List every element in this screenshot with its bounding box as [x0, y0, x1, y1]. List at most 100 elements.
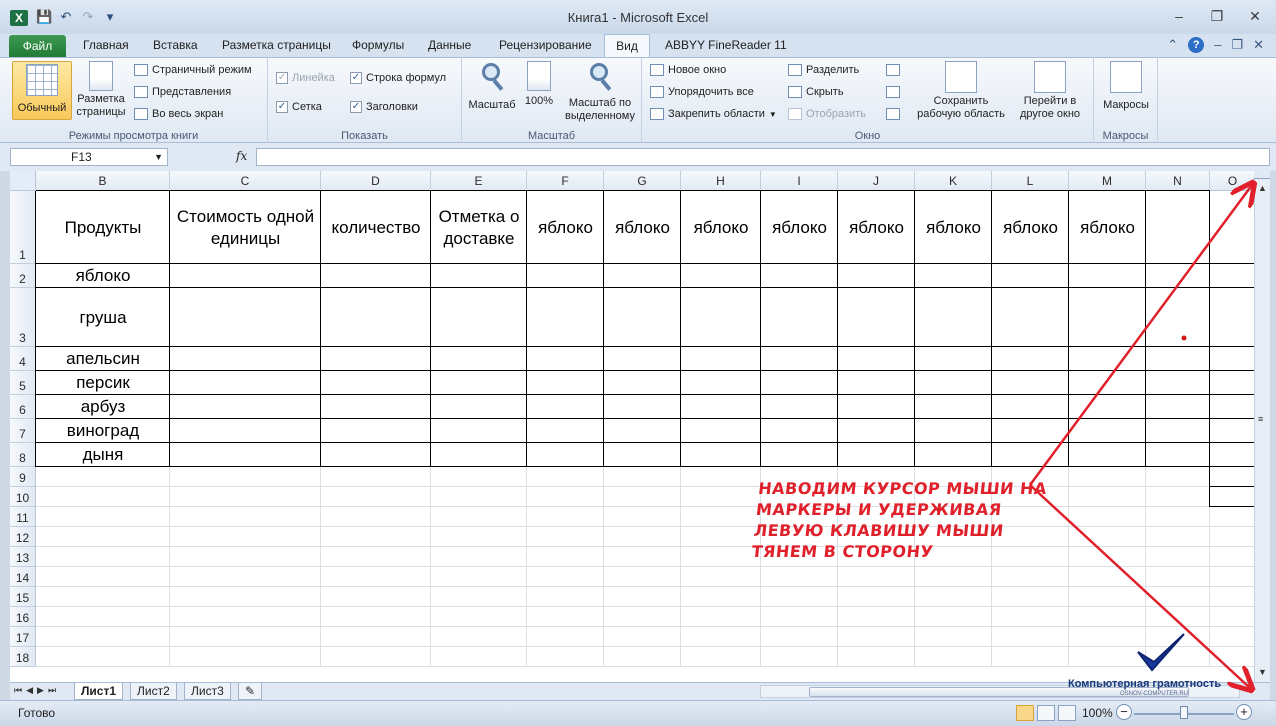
row-header-13[interactable]: 13: [10, 547, 36, 567]
window-close-icon[interactable]: ✕: [1253, 37, 1264, 53]
header-cell[interactable]: яблоко: [1069, 191, 1146, 264]
header-cell[interactable]: яблоко: [604, 191, 681, 264]
normal-view-button[interactable]: Обычный: [12, 61, 72, 120]
scroll-up-icon[interactable]: ▲: [1258, 183, 1267, 193]
gridlines-checkbox[interactable]: ✓ Сетка: [276, 101, 322, 113]
zoom-out-icon[interactable]: −: [1116, 704, 1132, 720]
freeze-panes-button[interactable]: Закрепить области ▼: [650, 108, 777, 120]
window-minimize-icon[interactable]: –: [1214, 37, 1221, 53]
row-header-7[interactable]: 7: [10, 419, 36, 443]
column-header-j[interactable]: J: [838, 171, 915, 191]
row-header-6[interactable]: 6: [10, 395, 36, 419]
row-header-8[interactable]: 8: [10, 443, 36, 467]
column-header-e[interactable]: E: [431, 171, 527, 191]
custom-views-button[interactable]: Представления: [134, 86, 231, 98]
macros-button[interactable]: Макросы: [1098, 61, 1154, 112]
minimize-ribbon-icon[interactable]: ⌃: [1167, 37, 1178, 53]
switch-windows-button[interactable]: Перейти в другое окно: [1010, 61, 1090, 121]
sheet-tab-1[interactable]: Лист1: [74, 683, 124, 700]
insert-sheet-icon[interactable]: ✎: [238, 683, 262, 700]
page-layout-view-button[interactable]: Разметка страницы: [74, 61, 128, 119]
prev-sheet-icon[interactable]: ◀: [26, 685, 33, 696]
split-button[interactable]: Разделить: [788, 64, 859, 76]
tab-home[interactable]: Главная: [83, 38, 129, 52]
close-icon[interactable]: ✕: [1244, 8, 1266, 25]
row-header-18[interactable]: 18: [10, 647, 36, 667]
column-header-m[interactable]: M: [1069, 171, 1146, 191]
unhide-button[interactable]: Отобразить: [788, 108, 866, 120]
column-header-o[interactable]: O: [1210, 171, 1254, 191]
sync-scroll-button[interactable]: [886, 86, 900, 98]
headings-checkbox[interactable]: ✓ Заголовки: [350, 101, 418, 113]
tab-view[interactable]: Вид: [604, 34, 650, 58]
column-header-n[interactable]: N: [1146, 171, 1210, 191]
product-cell[interactable]: яблоко: [36, 264, 170, 288]
zoom-slider-thumb[interactable]: [1180, 706, 1188, 719]
new-window-button[interactable]: Новое окно: [650, 64, 726, 76]
save-workspace-button[interactable]: Сохранить рабочую область: [914, 61, 1008, 121]
worksheet-grid[interactable]: B C D E F G H I J K L M N O 1 2 3 4 5 6 7 8 9 10 11 12 13 14 15 16 17 1…: [10, 171, 1254, 682]
product-cell[interactable]: дыня: [36, 443, 170, 467]
window-restore-icon[interactable]: ❐: [1231, 37, 1243, 53]
page-layout-status-icon[interactable]: [1037, 705, 1055, 721]
row-header-4[interactable]: 4: [10, 347, 36, 371]
chevron-down-icon[interactable]: ▼: [154, 149, 163, 165]
header-cell[interactable]: яблоко: [681, 191, 761, 264]
formula-bar-checkbox[interactable]: ✓ Строка формул: [350, 72, 446, 84]
column-header-k[interactable]: K: [915, 171, 992, 191]
hide-button[interactable]: Скрыть: [788, 86, 844, 98]
column-header-b[interactable]: B: [36, 171, 170, 191]
header-cell[interactable]: количество: [321, 191, 431, 264]
column-header-d[interactable]: D: [321, 171, 431, 191]
minimize-icon[interactable]: –: [1168, 8, 1190, 25]
header-cell[interactable]: яблоко: [761, 191, 838, 264]
help-icon[interactable]: ?: [1188, 37, 1205, 53]
row-header-9[interactable]: 9: [10, 467, 36, 487]
product-cell[interactable]: апельсин: [36, 347, 170, 371]
restore-icon[interactable]: ❐: [1206, 8, 1228, 25]
column-header-f[interactable]: F: [527, 171, 604, 191]
sheet-tab-3[interactable]: Лист3: [184, 683, 231, 700]
full-screen-button[interactable]: Во весь экран: [134, 108, 223, 120]
zoom-in-icon[interactable]: +: [1236, 704, 1252, 720]
tab-review[interactable]: Рецензирование: [499, 38, 592, 52]
tab-insert[interactable]: Вставка: [153, 38, 198, 52]
tab-data[interactable]: Данные: [428, 38, 471, 52]
next-sheet-icon[interactable]: ▶: [37, 685, 44, 696]
zoom-100-button[interactable]: 100%: [520, 61, 558, 108]
tab-file[interactable]: Файл: [9, 35, 66, 57]
header-cell[interactable]: Стоимость одной единицы: [170, 191, 321, 264]
ruler-checkbox[interactable]: ✓ Линейка: [276, 72, 335, 84]
row-header-2[interactable]: 2: [10, 264, 36, 288]
first-sheet-icon[interactable]: ⏮: [14, 685, 22, 696]
select-all-corner[interactable]: [10, 171, 36, 191]
arrange-all-button[interactable]: Упорядочить все: [650, 86, 754, 98]
header-cell[interactable]: Продукты: [36, 191, 170, 264]
column-header-h[interactable]: H: [681, 171, 761, 191]
vertical-split-handle[interactable]: [1254, 171, 1270, 179]
reset-position-button[interactable]: [886, 108, 900, 120]
scroll-down-icon[interactable]: ▼: [1258, 667, 1267, 677]
insert-function-icon[interactable]: fx: [236, 149, 247, 163]
product-cell[interactable]: арбуз: [36, 395, 170, 419]
row-header-3[interactable]: 3: [10, 288, 36, 347]
page-break-status-icon[interactable]: [1058, 705, 1076, 721]
column-header-i[interactable]: I: [761, 171, 838, 191]
row-header-14[interactable]: 14: [10, 567, 36, 587]
header-cell[interactable]: яблоко: [915, 191, 992, 264]
tab-formulas[interactable]: Формулы: [352, 38, 404, 52]
row-header-10[interactable]: 10: [10, 487, 36, 507]
page-break-preview-button[interactable]: Страничный режим: [134, 64, 252, 76]
header-cell[interactable]: Отметка о доставке: [431, 191, 527, 264]
column-header-l[interactable]: L: [992, 171, 1069, 191]
header-cell[interactable]: яблоко: [838, 191, 915, 264]
view-side-by-side-button[interactable]: [886, 64, 900, 76]
row-header-16[interactable]: 16: [10, 607, 36, 627]
column-header-g[interactable]: G: [604, 171, 681, 191]
row-header-1[interactable]: 1: [10, 191, 36, 264]
last-sheet-icon[interactable]: ⏭: [48, 685, 56, 696]
sheet-tab-2[interactable]: Лист2: [130, 683, 177, 700]
header-cell[interactable]: яблоко: [992, 191, 1069, 264]
row-header-15[interactable]: 15: [10, 587, 36, 607]
zoom-button[interactable]: Масштаб: [466, 61, 518, 112]
